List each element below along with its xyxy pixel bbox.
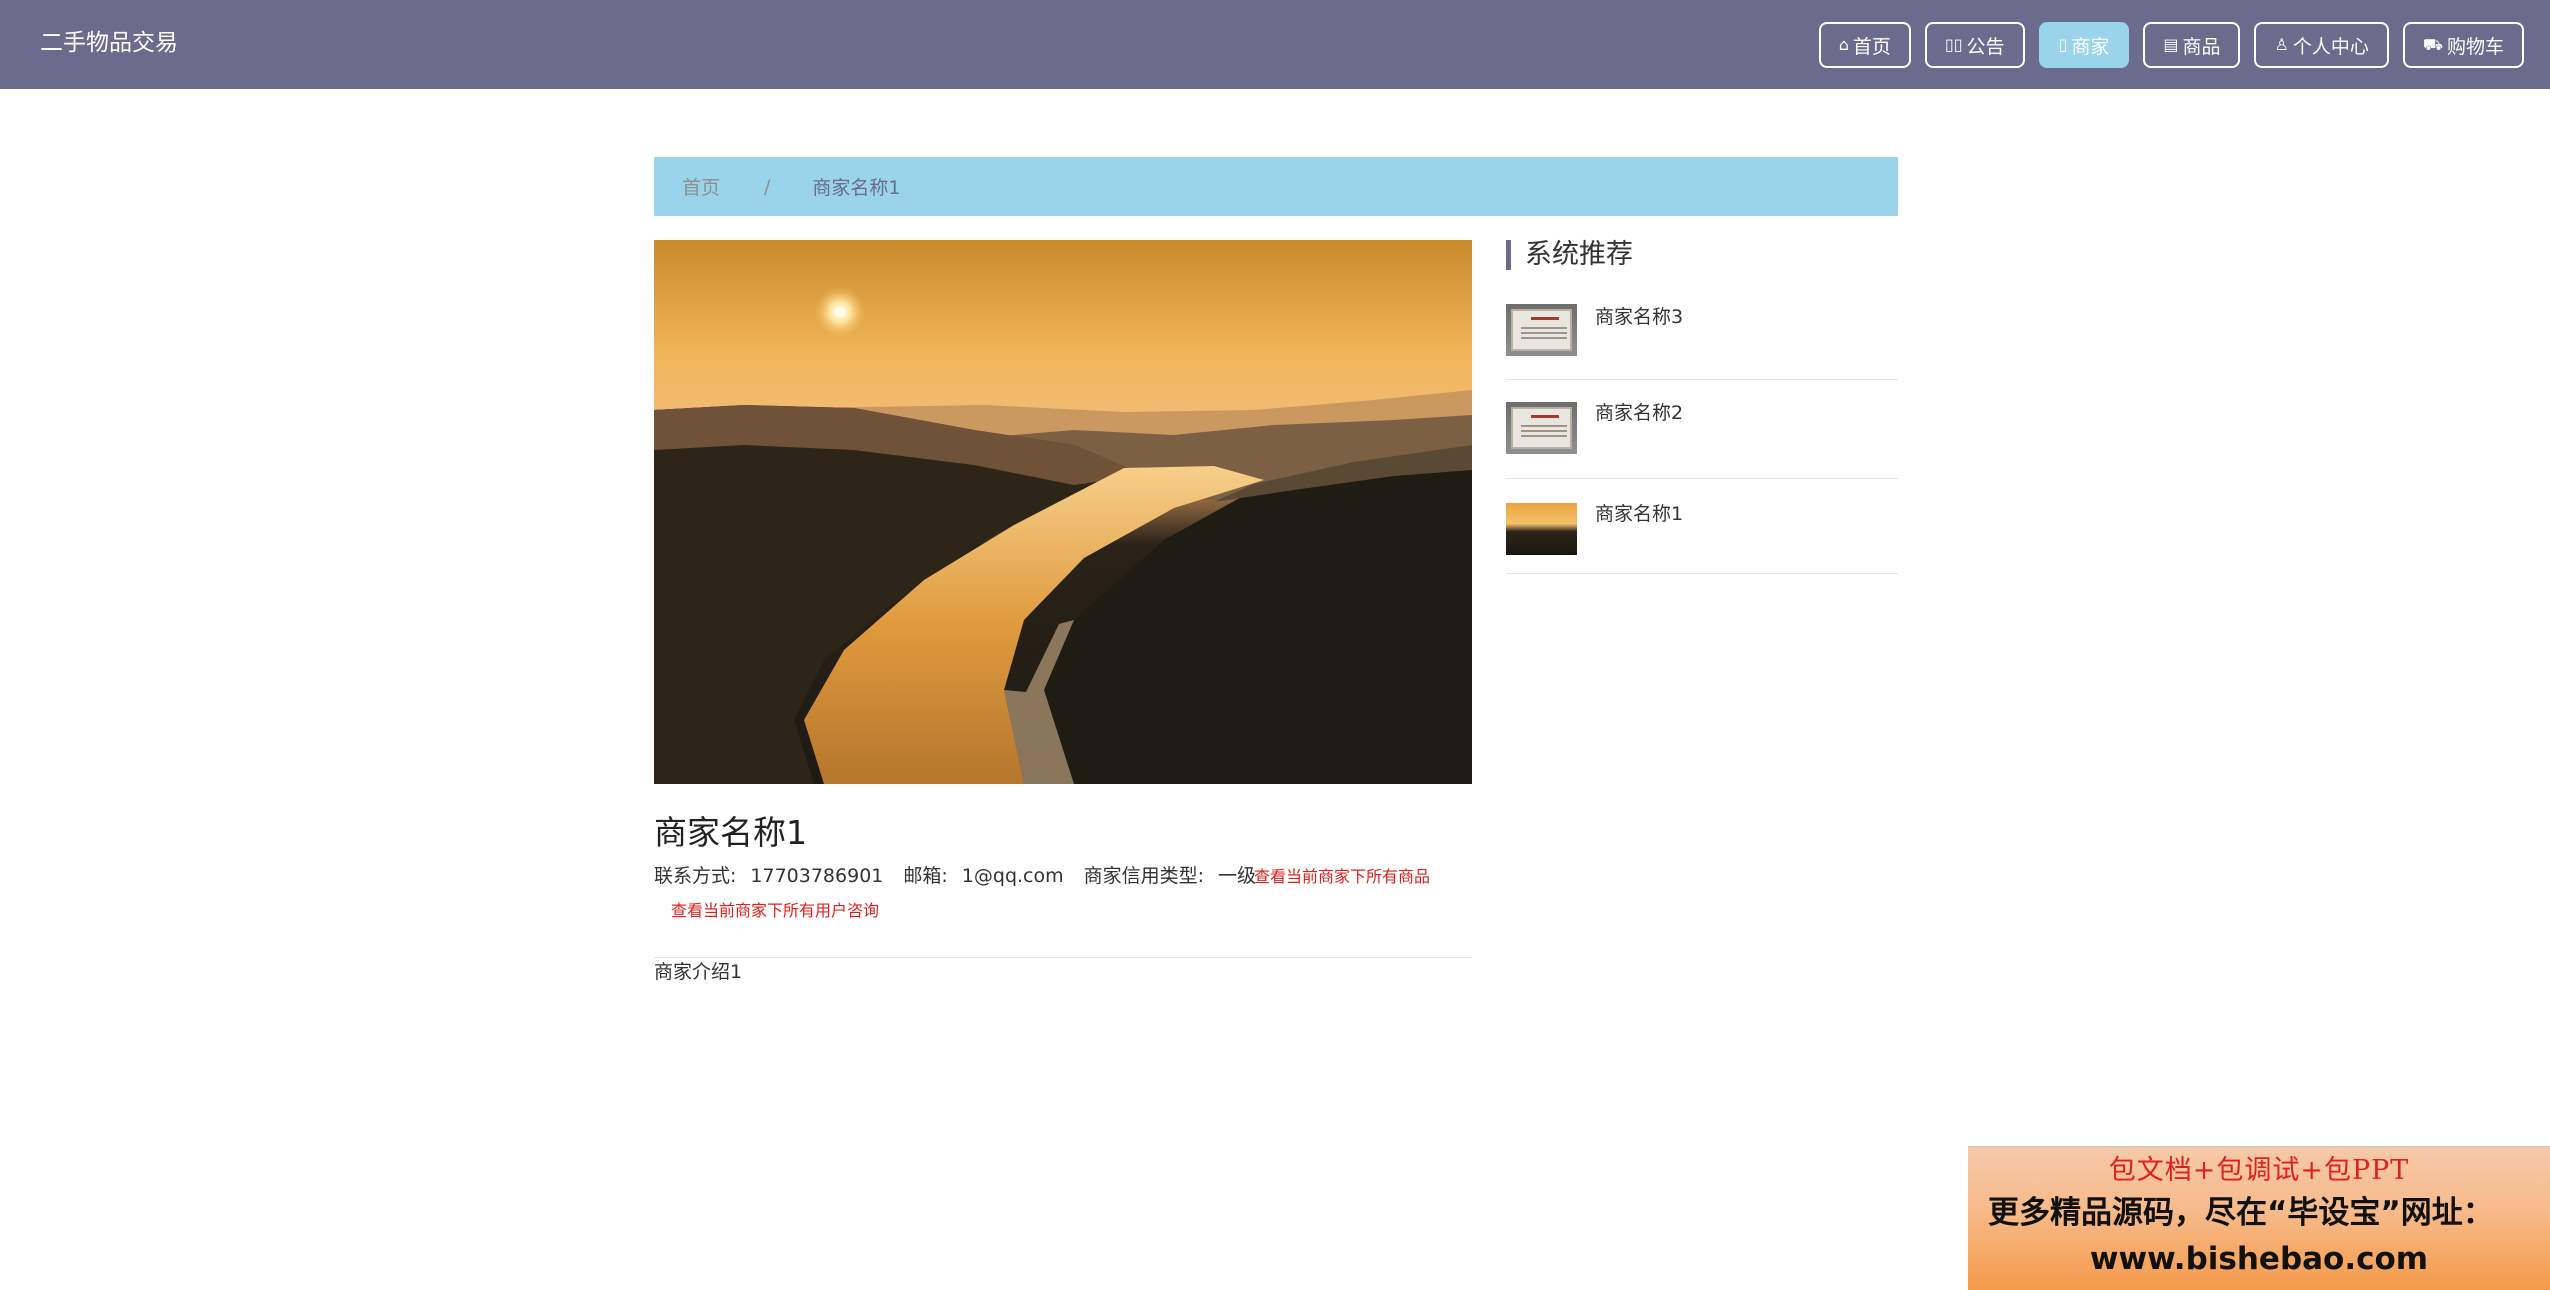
recommend-thumbnail (1506, 304, 1577, 356)
recommend-item[interactable]: 商家名称1 (1506, 479, 1898, 574)
info-divider (654, 957, 1472, 958)
cart-icon: ⛟ (2422, 35, 2443, 54)
river-canyon-illustration (654, 240, 1472, 784)
email-label: 邮箱: (903, 865, 948, 887)
nav-announcement-label: 公告 (1966, 35, 2005, 58)
goods-icon: ▤ (2163, 35, 2179, 54)
nav-user-center-label: 个人中心 (2292, 35, 2369, 58)
nav-goods-label: 商品 (2182, 35, 2221, 58)
breadcrumb-home-link[interactable]: 首页 (682, 173, 720, 200)
recommend-item-name[interactable]: 商家名称1 (1595, 501, 1683, 527)
email-value: 1@qq.com (961, 865, 1064, 887)
view-merchant-products-link[interactable]: 查看当前商家下所有商品 (1254, 866, 1430, 888)
recommend-thumbnail (1506, 402, 1577, 454)
credit-label: 商家信用类型: (1083, 865, 1205, 887)
promo-line-1: 包文档+包调试+包PPT (2108, 1155, 2410, 1186)
recommend-item-name[interactable]: 商家名称3 (1595, 304, 1683, 330)
breadcrumb: 首页 / 商家名称1 (654, 157, 1898, 216)
recommend-item-name[interactable]: 商家名称2 (1595, 400, 1683, 426)
announcement-icon: ▯▯ (1944, 35, 1963, 54)
nav-announcement-button[interactable]: ▯▯ 公告 (1924, 22, 2025, 68)
promo-line-2: 更多精品源码，尽在“毕设宝”网址： (1988, 1195, 2494, 1231)
merchant-intro: 商家介绍1 (654, 961, 743, 983)
home-icon: ⌂ (1838, 35, 1849, 54)
nav-goods-button[interactable]: ▤ 商品 (2143, 22, 2241, 68)
nav-cart-button[interactable]: ⛟ 购物车 (2402, 22, 2524, 68)
nav-shop-button[interactable]: ▯ 商家 (2038, 22, 2130, 68)
breadcrumb-current: 商家名称1 (812, 177, 901, 199)
nav-cart-label: 购物车 (2446, 35, 2504, 58)
recommend-item[interactable]: 商家名称2 (1506, 380, 1898, 479)
credit-value: 一级 (1218, 865, 1257, 887)
site-title: 二手物品交易 (40, 30, 178, 56)
breadcrumb-separator: / (764, 175, 771, 198)
shop-icon: ▯ (2058, 35, 2068, 54)
nav-shop-label: 商家 (2071, 35, 2110, 58)
contact-label: 联系方式: (654, 865, 737, 887)
nav-home-button[interactable]: ⌂ 首页 (1818, 22, 1911, 68)
nav-home-label: 首页 (1852, 35, 1891, 58)
merchant-name: 商家名称1 (654, 813, 807, 852)
view-merchant-consultations-link[interactable]: 查看当前商家下所有用户咨询 (671, 900, 879, 922)
top-navbar: 二手物品交易 ⌂ 首页 ▯▯ 公告 ▯ 商家 ▤ 商品 ♙ 个人中心 ⛟ 购物车 (0, 0, 2550, 89)
merchant-info-line: 联系方式: 17703786901 邮箱: 1@qq.com 商家信用类型: 一级 (654, 862, 1276, 890)
recommend-item[interactable]: 商家名称3 (1506, 292, 1898, 380)
nav-user-center-button[interactable]: ♙ 个人中心 (2254, 22, 2389, 68)
recommend-thumbnail (1506, 503, 1577, 555)
merchant-image (654, 240, 1472, 784)
promo-line-3: www.bishebao.com (2089, 1241, 2429, 1277)
recommend-heading: 系统推荐 (1506, 240, 1633, 270)
user-icon: ♙ (2274, 35, 2289, 54)
promo-banner: 包文档+包调试+包PPT 更多精品源码，尽在“毕设宝”网址： www.bishe… (1968, 1146, 2550, 1290)
main-nav: ⌂ 首页 ▯▯ 公告 ▯ 商家 ▤ 商品 ♙ 个人中心 ⛟ 购物车 (1818, 22, 2524, 68)
contact-value: 17703786901 (750, 865, 884, 887)
